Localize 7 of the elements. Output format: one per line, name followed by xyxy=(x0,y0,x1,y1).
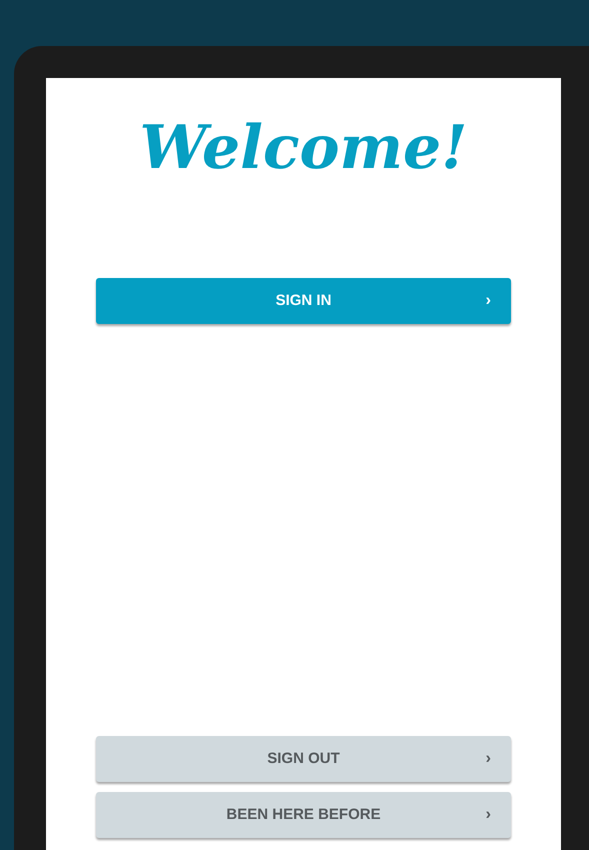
chevron-icon: › xyxy=(486,751,491,767)
sign-in-button[interactable]: SIGN IN › xyxy=(96,278,511,324)
menu-button[interactable]: SIGN OUT › xyxy=(96,736,511,782)
chevron-icon: › xyxy=(486,807,491,823)
menu-button[interactable]: BEEN HERE BEFORE › xyxy=(96,792,511,838)
chevron-icon: › xyxy=(486,293,491,309)
welcome-heading: Welcome! xyxy=(139,118,468,178)
